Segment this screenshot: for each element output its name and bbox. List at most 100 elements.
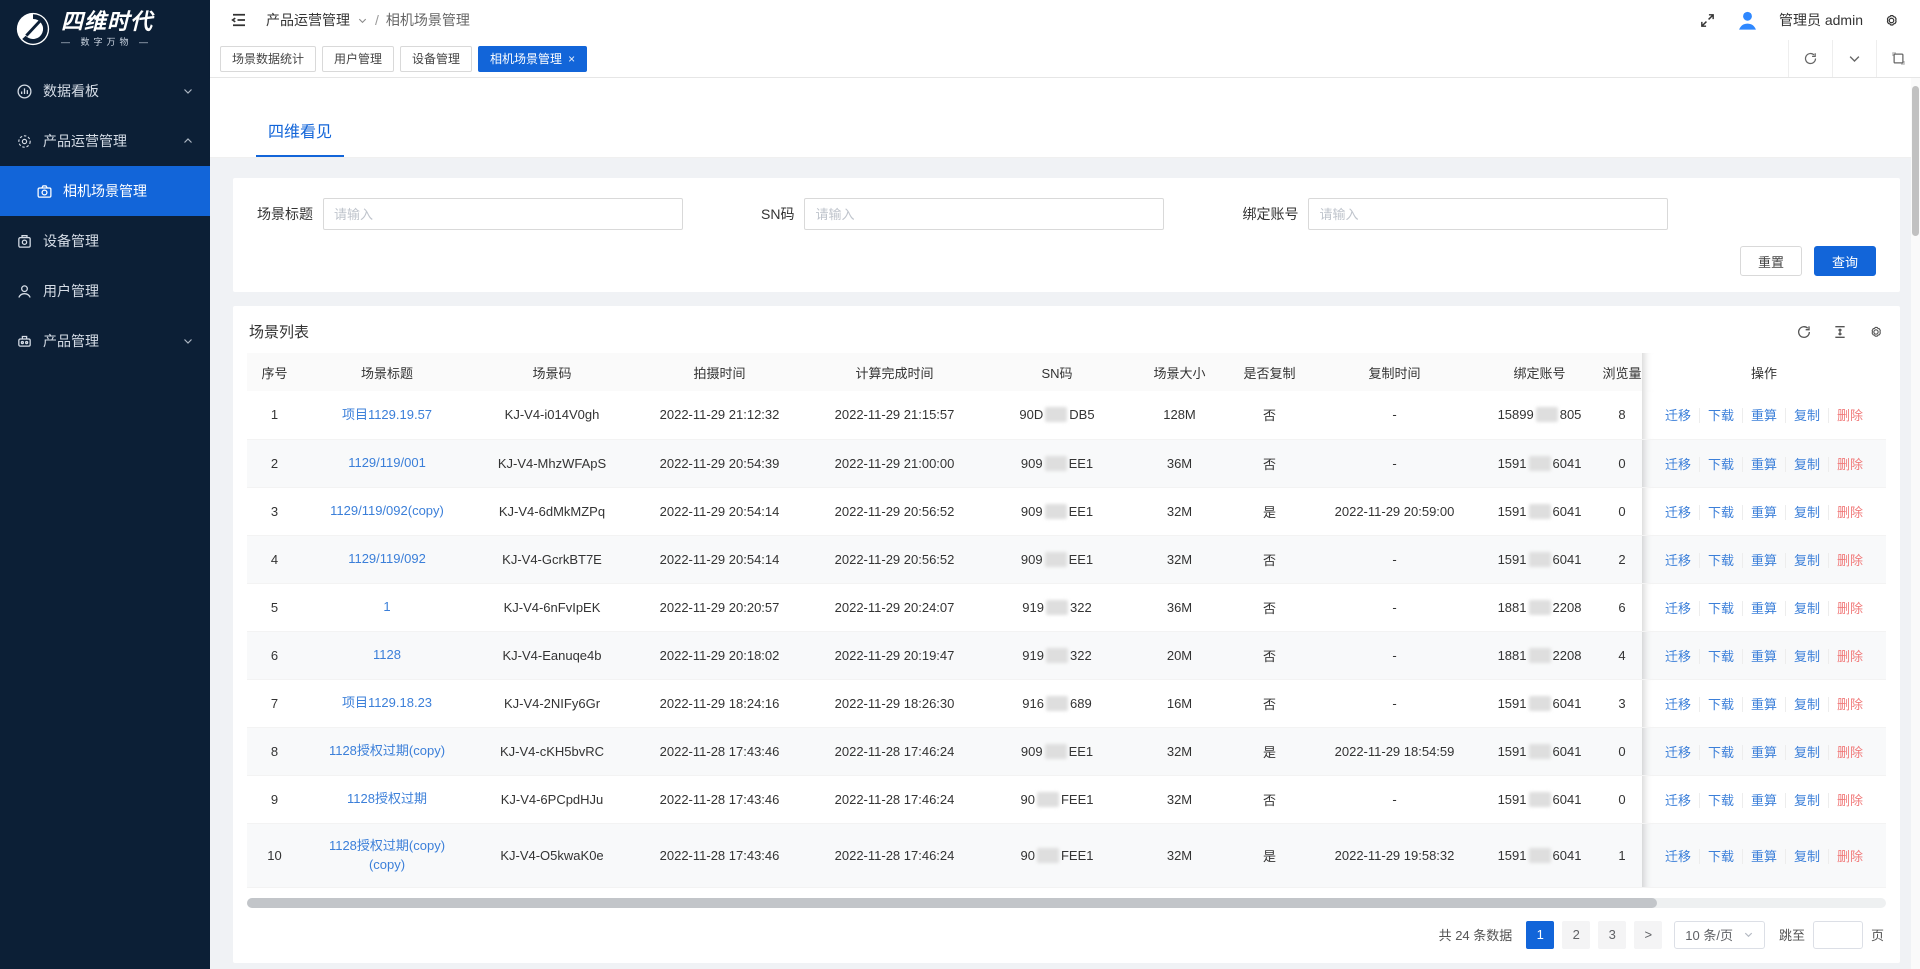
page-button-3[interactable]: 3 xyxy=(1598,921,1626,949)
scene-title-link[interactable]: 1129/119/092 xyxy=(302,549,472,569)
action-migrate[interactable]: 迁移 xyxy=(1657,745,1699,760)
action-download[interactable]: 下载 xyxy=(1699,745,1742,760)
chevron-down-icon[interactable] xyxy=(357,15,368,26)
sidebar-item-camera[interactable]: 相机场景管理 xyxy=(0,166,210,216)
action-delete[interactable]: 删除 xyxy=(1828,649,1871,664)
action-delete[interactable]: 删除 xyxy=(1828,553,1871,568)
action-delete[interactable]: 删除 xyxy=(1828,408,1871,423)
action-recalculate[interactable]: 重算 xyxy=(1742,649,1785,664)
collapse-sidebar-icon[interactable] xyxy=(230,11,248,29)
tab-siwei-kanjian[interactable]: 四维看见 xyxy=(256,118,344,157)
tab-chip[interactable]: 相机场景管理 × xyxy=(478,46,587,72)
action-download[interactable]: 下载 xyxy=(1699,457,1742,472)
avatar[interactable] xyxy=(1736,9,1759,32)
action-copy[interactable]: 复制 xyxy=(1785,408,1828,423)
column-settings-icon[interactable] xyxy=(1868,324,1884,340)
action-recalculate[interactable]: 重算 xyxy=(1742,457,1785,472)
action-recalculate[interactable]: 重算 xyxy=(1742,553,1785,568)
search-input[interactable] xyxy=(804,198,1164,230)
scene-title-link[interactable]: 1128授权过期(copy) xyxy=(302,741,472,761)
action-copy[interactable]: 复制 xyxy=(1785,457,1828,472)
scene-title-link[interactable]: 1128授权过期 xyxy=(302,789,472,809)
action-recalculate[interactable]: 重算 xyxy=(1742,697,1785,712)
action-recalculate[interactable]: 重算 xyxy=(1742,408,1785,423)
action-delete[interactable]: 删除 xyxy=(1828,849,1871,864)
action-migrate[interactable]: 迁移 xyxy=(1657,505,1699,520)
scene-title-link[interactable]: 1128 xyxy=(302,645,472,665)
action-download[interactable]: 下载 xyxy=(1699,697,1742,712)
action-migrate[interactable]: 迁移 xyxy=(1657,408,1699,423)
query-button[interactable]: 查询 xyxy=(1814,246,1876,276)
sidebar-item-user[interactable]: 用户管理 xyxy=(0,266,210,316)
jump-page-input[interactable] xyxy=(1813,921,1863,949)
search-input[interactable] xyxy=(323,198,683,230)
scene-title-link[interactable]: 项目1129.19.57 xyxy=(302,405,472,425)
horizontal-scrollbar-thumb[interactable] xyxy=(247,898,1657,908)
action-download[interactable]: 下载 xyxy=(1699,649,1742,664)
action-delete[interactable]: 删除 xyxy=(1828,697,1871,712)
row-density-icon[interactable] xyxy=(1832,324,1848,340)
action-migrate[interactable]: 迁移 xyxy=(1657,457,1699,472)
action-recalculate[interactable]: 重算 xyxy=(1742,601,1785,616)
action-copy[interactable]: 复制 xyxy=(1785,745,1828,760)
vertical-scrollbar[interactable] xyxy=(1911,78,1920,969)
close-icon[interactable]: × xyxy=(568,53,575,65)
action-recalculate[interactable]: 重算 xyxy=(1742,505,1785,520)
scene-title-link[interactable]: 1 xyxy=(302,597,472,617)
action-copy[interactable]: 复制 xyxy=(1785,649,1828,664)
action-copy[interactable]: 复制 xyxy=(1785,849,1828,864)
action-delete[interactable]: 删除 xyxy=(1828,505,1871,520)
action-download[interactable]: 下载 xyxy=(1699,553,1742,568)
next-page-button[interactable]: > xyxy=(1634,921,1662,949)
scene-title-link[interactable]: 项目1129.18.23 xyxy=(302,693,472,713)
action-recalculate[interactable]: 重算 xyxy=(1742,793,1785,808)
action-copy[interactable]: 复制 xyxy=(1785,697,1828,712)
tab-chip[interactable]: 用户管理 xyxy=(322,46,394,72)
action-download[interactable]: 下载 xyxy=(1699,601,1742,616)
action-delete[interactable]: 删除 xyxy=(1828,745,1871,760)
action-copy[interactable]: 复制 xyxy=(1785,553,1828,568)
scene-title-link[interactable]: (copy) xyxy=(302,855,472,875)
sidebar-item-device[interactable]: 设备管理 xyxy=(0,216,210,266)
refresh-icon[interactable] xyxy=(1796,324,1812,340)
action-download[interactable]: 下载 xyxy=(1699,505,1742,520)
scene-title-link[interactable]: 1129/119/001 xyxy=(302,453,472,473)
action-migrate[interactable]: 迁移 xyxy=(1657,601,1699,616)
action-migrate[interactable]: 迁移 xyxy=(1657,793,1699,808)
action-download[interactable]: 下载 xyxy=(1699,793,1742,808)
horizontal-scrollbar[interactable] xyxy=(247,898,1886,908)
action-copy[interactable]: 复制 xyxy=(1785,601,1828,616)
scene-title-link[interactable]: 1129/119/092(copy) xyxy=(302,501,472,521)
chevron-down-icon[interactable] xyxy=(1832,40,1876,77)
action-recalculate[interactable]: 重算 xyxy=(1742,849,1785,864)
action-copy[interactable]: 复制 xyxy=(1785,793,1828,808)
fullscreen-icon[interactable] xyxy=(1699,12,1716,29)
sidebar-item-operation[interactable]: 产品运营管理 xyxy=(0,116,210,166)
action-migrate[interactable]: 迁移 xyxy=(1657,553,1699,568)
refresh-tab-icon[interactable] xyxy=(1788,40,1832,77)
tab-chip[interactable]: 场景数据统计 xyxy=(220,46,316,72)
action-recalculate[interactable]: 重算 xyxy=(1742,745,1785,760)
breadcrumb-parent[interactable]: 产品运营管理 xyxy=(266,10,350,30)
action-migrate[interactable]: 迁移 xyxy=(1657,649,1699,664)
page-button-2[interactable]: 2 xyxy=(1562,921,1590,949)
action-download[interactable]: 下载 xyxy=(1699,849,1742,864)
page-button-1[interactable]: 1 xyxy=(1526,921,1554,949)
scene-title-link[interactable]: 1128授权过期(copy) xyxy=(302,836,472,856)
user-name[interactable]: 管理员 admin xyxy=(1779,10,1863,30)
sidebar-item-dashboard[interactable]: 数据看板 xyxy=(0,66,210,116)
action-copy[interactable]: 复制 xyxy=(1785,505,1828,520)
action-migrate[interactable]: 迁移 xyxy=(1657,697,1699,712)
action-delete[interactable]: 删除 xyxy=(1828,601,1871,616)
gear-icon[interactable] xyxy=(1883,12,1900,29)
page-size-select[interactable]: 10 条/页 xyxy=(1674,921,1765,949)
action-delete[interactable]: 删除 xyxy=(1828,793,1871,808)
vertical-scrollbar-thumb[interactable] xyxy=(1912,86,1919,236)
action-migrate[interactable]: 迁移 xyxy=(1657,849,1699,864)
action-delete[interactable]: 删除 xyxy=(1828,457,1871,472)
search-input[interactable] xyxy=(1308,198,1668,230)
action-download[interactable]: 下载 xyxy=(1699,408,1742,423)
maximize-icon[interactable] xyxy=(1876,40,1920,77)
reset-button[interactable]: 重置 xyxy=(1740,246,1802,276)
sidebar-item-product[interactable]: 产品管理 xyxy=(0,316,210,366)
